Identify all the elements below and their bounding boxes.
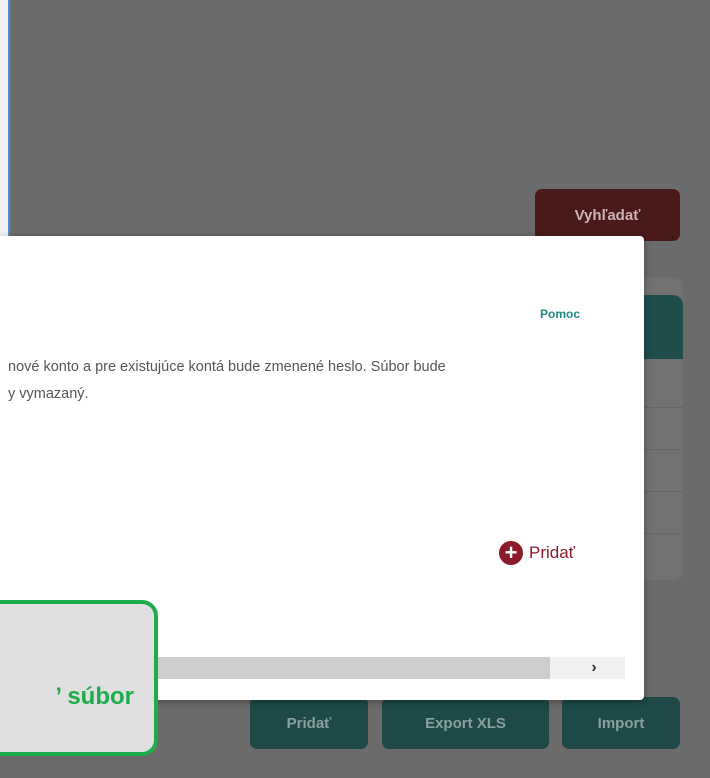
import-description: nové konto a pre existujúce kontá bude z… <box>8 354 608 408</box>
export-xls-button[interactable]: Export XLS <box>382 697 549 749</box>
search-button[interactable]: Vyhľadať <box>535 189 680 241</box>
help-link[interactable]: Pomoc <box>540 307 580 321</box>
background-row-divider <box>643 449 683 450</box>
add-file-link[interactable]: + Pridať <box>499 541 575 565</box>
horizontal-scrollbar[interactable]: › <box>155 657 625 679</box>
callout-text: ’ súbor <box>55 683 134 710</box>
background-row-divider <box>643 491 683 492</box>
import-button[interactable]: Import <box>562 697 680 749</box>
add-file-label: Pridať <box>529 543 576 562</box>
scrollbar-thumb[interactable] <box>155 657 550 679</box>
plus-circle-icon: + <box>499 541 523 565</box>
description-line: nové konto a pre existujúce kontá bude z… <box>8 359 446 375</box>
background-row-divider <box>643 533 683 534</box>
scroll-right-arrow-icon[interactable]: › <box>583 657 605 679</box>
description-line: y vymazaný. <box>8 386 89 402</box>
background-row-divider <box>643 407 683 408</box>
annotation-callout: ’ súbor <box>0 600 158 756</box>
add-button[interactable]: Pridať <box>250 697 368 749</box>
